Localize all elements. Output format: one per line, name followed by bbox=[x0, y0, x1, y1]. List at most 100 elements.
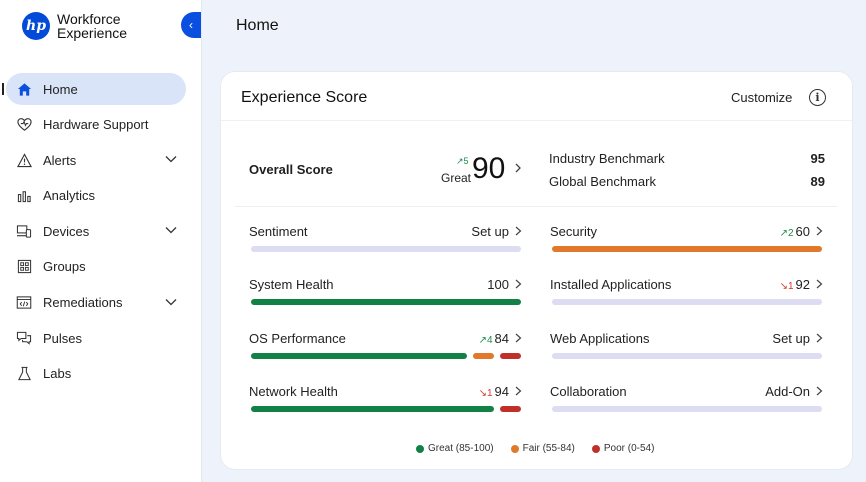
metric-label: Web Applications bbox=[550, 331, 650, 346]
great-dot-icon bbox=[416, 444, 424, 453]
metric-value: ↗4 84 bbox=[479, 331, 509, 346]
chevron-left-icon: ‹ bbox=[189, 18, 193, 32]
trend-up-delta: ↗2 bbox=[779, 228, 794, 239]
devices-icon bbox=[16, 223, 32, 239]
sidebar-item-label: Devices bbox=[43, 223, 90, 239]
legend-item-fair: Fair (55-84) bbox=[510, 443, 575, 454]
chevron-right-icon[interactable] bbox=[514, 331, 523, 348]
metric-value: Add-On bbox=[765, 384, 810, 399]
chevron-right-icon[interactable] bbox=[513, 161, 523, 177]
brand[interactable]: hp Workforce Experience bbox=[22, 12, 127, 40]
chevron-right-icon[interactable] bbox=[815, 277, 824, 294]
sidebar-item-label: Remediations bbox=[43, 295, 123, 311]
overall-score-delta: ↗5 bbox=[456, 156, 469, 166]
score-bar bbox=[251, 246, 521, 252]
metric-value-text: 84 bbox=[494, 331, 509, 346]
active-indicator bbox=[2, 83, 4, 95]
fair-dot-icon bbox=[510, 444, 519, 453]
metric-value: Set up bbox=[471, 224, 509, 239]
score-bar bbox=[552, 353, 822, 359]
grid-icon bbox=[16, 259, 32, 275]
industry-benchmark-label: Industry Benchmark bbox=[549, 151, 665, 166]
brand-name: Workforce Experience bbox=[57, 12, 127, 40]
metric-value-text: 60 bbox=[795, 224, 810, 239]
metric-value-text: 94 bbox=[494, 384, 509, 399]
sidebar-item-devices[interactable]: Devices bbox=[6, 215, 186, 247]
chevron-down-icon[interactable] bbox=[164, 223, 178, 240]
metric-label: Collaboration bbox=[550, 384, 627, 399]
chevron-right-icon[interactable] bbox=[514, 384, 523, 401]
sidebar-item-hardware-support[interactable]: Hardware Support bbox=[6, 109, 186, 141]
score-bar-great bbox=[251, 406, 494, 412]
score-bar bbox=[552, 406, 822, 412]
trend-down-delta: ↘1 bbox=[478, 388, 493, 399]
metric-label: Installed Applications bbox=[550, 277, 672, 292]
overall-score-value[interactable]: 90 bbox=[472, 152, 505, 186]
info-icon[interactable]: i bbox=[809, 89, 826, 106]
score-bar-great bbox=[251, 353, 467, 359]
chevron-right-icon[interactable] bbox=[815, 384, 824, 401]
chevron-right-icon[interactable] bbox=[514, 277, 523, 294]
chevron-right-icon[interactable] bbox=[514, 224, 523, 241]
divider bbox=[221, 120, 852, 121]
sidebar-item-pulses[interactable]: Pulses bbox=[6, 322, 186, 354]
metric-value: Set up bbox=[772, 331, 810, 346]
card-title: Experience Score bbox=[241, 89, 368, 106]
legend-label: Great (85-100) bbox=[428, 443, 494, 454]
chevron-down-icon[interactable] bbox=[164, 152, 178, 169]
sidebar-item-groups[interactable]: Groups bbox=[6, 251, 186, 283]
sidebar-item-alerts[interactable]: Alerts bbox=[6, 144, 186, 176]
sidebar-item-label: Labs bbox=[43, 366, 72, 382]
metric-value-text: 92 bbox=[795, 277, 810, 292]
customize-button[interactable]: Customize bbox=[731, 90, 792, 105]
score-legend: Great (85-100) Fair (55-84) Poor (0-54) bbox=[416, 443, 671, 454]
sidebar: hp Workforce Experience ‹ Home Hardware … bbox=[0, 0, 202, 482]
sidebar-item-remediations[interactable]: Remediations bbox=[6, 287, 186, 319]
home-icon bbox=[16, 81, 32, 97]
brand-line-2: Experience bbox=[57, 25, 128, 41]
legend-item-great: Great (85-100) bbox=[416, 443, 494, 454]
metric-value: ↘1 92 bbox=[780, 277, 810, 292]
metric-label: OS Performance bbox=[249, 331, 346, 346]
sidebar-item-labs[interactable]: Labs bbox=[6, 358, 186, 390]
score-bar-great bbox=[251, 299, 521, 305]
chevron-down-icon[interactable] bbox=[164, 295, 178, 312]
metric-value-text: 100 bbox=[487, 277, 509, 292]
warning-icon bbox=[16, 152, 32, 168]
sidebar-item-home[interactable]: Home bbox=[2, 73, 186, 105]
chat-icon bbox=[16, 330, 32, 346]
flask-icon bbox=[16, 366, 32, 382]
metric-installed-applications[interactable]: Installed Applications ↘1 92 bbox=[550, 277, 824, 317]
poor-dot-icon bbox=[591, 444, 600, 453]
overall-score-rating: Great bbox=[441, 171, 472, 185]
sidebar-item-label: Pulses bbox=[43, 330, 83, 346]
metric-os-performance[interactable]: OS Performance ↗4 84 bbox=[249, 331, 523, 371]
legend-item-poor: Poor (0-54) bbox=[591, 443, 655, 454]
legend-label: Poor (0-54) bbox=[603, 443, 655, 454]
overall-score-label: Overall Score bbox=[249, 162, 333, 177]
metric-value: ↘1 94 bbox=[479, 384, 509, 399]
score-bar-poor bbox=[500, 406, 521, 412]
sidebar-item-analytics[interactable]: Analytics bbox=[6, 180, 186, 212]
metric-network-health[interactable]: Network Health ↘1 94 bbox=[249, 384, 523, 424]
page-title: Home bbox=[236, 17, 279, 34]
trend-up-delta: ↗4 bbox=[478, 335, 493, 346]
legend-label: Fair (55-84) bbox=[522, 443, 575, 454]
chevron-right-icon[interactable] bbox=[815, 331, 824, 348]
metric-sentiment[interactable]: Sentiment Set up bbox=[249, 224, 523, 264]
collapse-sidebar-button[interactable]: ‹ bbox=[181, 12, 201, 38]
metric-label: System Health bbox=[249, 277, 334, 292]
metric-security[interactable]: Security ↗2 60 bbox=[550, 224, 824, 264]
metric-value-text: Set up bbox=[471, 224, 509, 239]
metric-label: Network Health bbox=[249, 384, 338, 399]
metric-value: 100 bbox=[487, 277, 509, 292]
metric-system-health[interactable]: System Health 100 bbox=[249, 277, 523, 317]
metric-web-applications[interactable]: Web Applications Set up bbox=[550, 331, 824, 371]
metric-collaboration[interactable]: Collaboration Add-On bbox=[550, 384, 824, 424]
brand-line-1: Workforce bbox=[57, 11, 121, 27]
metric-value-text: Add-On bbox=[765, 384, 810, 399]
trend-down-delta: ↘1 bbox=[779, 281, 794, 292]
chevron-right-icon[interactable] bbox=[815, 224, 824, 241]
metric-value: ↗2 60 bbox=[780, 224, 810, 239]
bar-chart-icon bbox=[16, 188, 32, 204]
